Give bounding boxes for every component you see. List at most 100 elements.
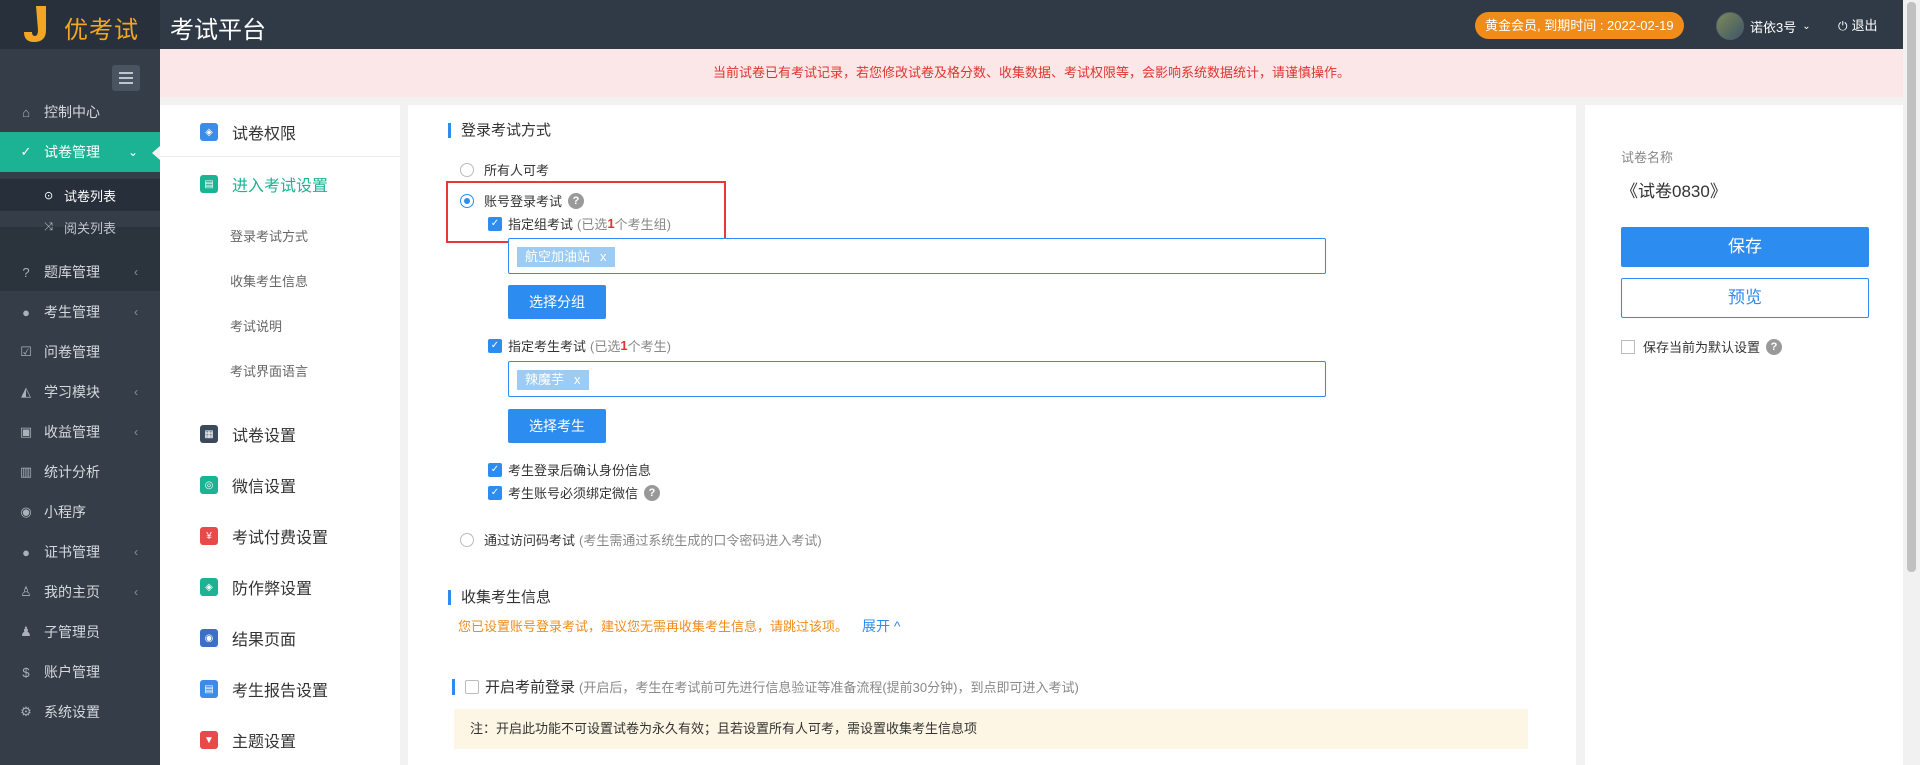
menu-item-label: 结果页面: [232, 632, 297, 649]
page-scrollbar[interactable]: [1903, 0, 1920, 765]
sidebar-item-exam-paper[interactable]: ✓ 试卷管理 ⌄: [0, 132, 160, 172]
sidebar-item-sub-admin[interactable]: ♟ 子管理员: [0, 612, 160, 652]
group-tag: 航空加油站 x: [517, 247, 615, 267]
sidebar-item-dashboard[interactable]: ⌂ 控制中心: [0, 92, 160, 132]
sidebar-item-label: 我的主页: [44, 584, 100, 600]
menu-item-label: 考试付费设置: [232, 530, 329, 547]
menu-item-report-settings[interactable]: ▤ 考生报告设置: [160, 667, 400, 711]
menu-item-result-page[interactable]: ◉ 结果页面: [160, 616, 400, 660]
menu-item-enter-exam-settings[interactable]: ▤ 进入考试设置: [160, 162, 400, 206]
sidebar-item-students[interactable]: ● 考生管理 ‹: [0, 292, 160, 332]
sidebar-item-statistics[interactable]: ▥ 统计分析: [0, 452, 160, 492]
default-settings-checkbox[interactable]: 保存当前为默认设置 ?: [1621, 337, 1783, 356]
group-tag-input[interactable]: 航空加油站 x: [508, 238, 1326, 274]
submenu-exam-language[interactable]: 考试界面语言: [230, 361, 308, 380]
sidebar-item-survey[interactable]: ☑ 问卷管理: [0, 332, 160, 372]
settings-menu: ◈ 试卷权限 ▤ 进入考试设置 登录考试方式 收集考生信息 考试说明 考试界面语…: [160, 105, 400, 765]
chevron-left-icon: ‹: [134, 425, 138, 439]
menu-item-anti-cheat[interactable]: ◈ 防作弊设置: [160, 565, 400, 609]
vip-badge: 黄金会员, 到期时间 : 2022-02-19: [1475, 12, 1684, 39]
check-circle-icon: ⊙: [44, 189, 54, 202]
sidebar-subitem-label: 阅关列表: [64, 220, 117, 236]
checkbox-label: 考生登录后确认身份信息: [508, 463, 652, 478]
sidebar-item-mini-program[interactable]: ◉ 小程序: [0, 492, 160, 532]
choose-group-button[interactable]: 选择分组: [508, 285, 606, 319]
wechat-icon: ◉: [20, 504, 32, 519]
menu-item-paper-permission[interactable]: ◈ 试卷权限: [160, 110, 400, 154]
platform-title: 考试平台: [170, 17, 266, 44]
radio-everyone[interactable]: 所有人可考: [460, 160, 549, 179]
checkbox-student-exam[interactable]: ✓ 指定考生考试 (已选 1 个考生): [488, 336, 671, 355]
student-count: 1: [620, 338, 628, 353]
checkbox-checked[interactable]: ✓: [488, 338, 502, 353]
menu-item-wechat-settings[interactable]: ◎ 微信设置: [160, 463, 400, 507]
graduation-cap-icon: ◭: [21, 384, 31, 399]
sidebar-item-certificate[interactable]: ● 证书管理 ‹: [0, 532, 160, 572]
sidebar-subitem-level-list[interactable]: ⤨ 阅关列表: [0, 211, 160, 243]
eye-icon: ◉: [200, 629, 218, 647]
logout-button[interactable]: ⏻ 退出: [1838, 12, 1878, 40]
checkbox-confirm-identity[interactable]: ✓ 考生登录后确认身份信息: [488, 460, 651, 479]
menu-item-paper-settings[interactable]: ▦ 试卷设置: [160, 412, 400, 456]
menu-toggle-button[interactable]: [112, 65, 140, 91]
checkbox-pre-login[interactable]: 开启考前登录 (开启后，考生在考试前可先进行信息验证等准备流程(提前30分钟)，…: [452, 676, 1079, 697]
right-panel: 试卷名称 《试卷0830》 保存 预览 保存当前为默认设置 ?: [1585, 105, 1903, 765]
section-marker: [452, 678, 455, 695]
student-tag-input[interactable]: 辣魔芋 x: [508, 361, 1326, 397]
check-circle-icon: ✓: [20, 144, 32, 159]
checkbox-checked[interactable]: ✓: [488, 462, 502, 477]
scrollbar-thumb[interactable]: [1907, 2, 1916, 572]
submenu-exam-description[interactable]: 考试说明: [230, 316, 282, 335]
save-button[interactable]: 保存: [1621, 227, 1869, 267]
menu-item-theme-settings[interactable]: ▼ 主题设置: [160, 718, 400, 762]
sidebar-item-label: 控制中心: [44, 104, 100, 120]
chevron-left-icon: ‹: [134, 585, 138, 599]
highlight-box: [446, 181, 726, 243]
sidebar-item-question-bank[interactable]: ? 题库管理 ‹: [0, 252, 160, 292]
radio-label: 通过访问码考试: [484, 533, 576, 548]
collect-hint-text: 您已设置账号登录考试，建议您无需再收集考生信息，请跳过该项。: [458, 619, 849, 634]
sidebar-item-label: 试卷管理: [44, 144, 100, 160]
radio-button[interactable]: [460, 162, 474, 177]
help-icon[interactable]: ?: [1766, 338, 1783, 355]
radio-button[interactable]: [460, 532, 474, 547]
menu-item-label: 试卷权限: [232, 126, 297, 143]
person-icon: ♙: [20, 584, 32, 599]
submenu-login-method[interactable]: 登录考试方式: [230, 226, 308, 245]
sidebar-item-account[interactable]: $ 账户管理: [0, 652, 160, 692]
info-note: 注：开启此功能不可设置试卷为永久有效；且若设置所有人可考，需设置收集考生信息项: [454, 709, 1528, 749]
chevron-left-icon: ‹: [134, 545, 138, 559]
certificate-icon: ●: [22, 544, 30, 560]
sidebar-item-label: 问卷管理: [44, 344, 100, 360]
sidebar-subitem-paper-list[interactable]: ⊙ 试卷列表: [0, 179, 160, 211]
remove-tag-icon[interactable]: x: [600, 249, 607, 264]
help-icon[interactable]: ?: [644, 484, 661, 501]
sidebar-item-learning[interactable]: ◭ 学习模块 ‹: [0, 372, 160, 412]
menu-item-label: 防作弊设置: [232, 581, 313, 598]
sidebar-item-label: 系统设置: [44, 704, 100, 720]
checkbox-unchecked[interactable]: [1621, 339, 1635, 354]
admin-icon: ♟: [20, 624, 32, 639]
user-icon: ●: [22, 304, 30, 320]
user-menu[interactable]: 诺依3号 ⌄: [1716, 12, 1811, 40]
sidebar-item-label: 收益管理: [44, 424, 100, 440]
expand-link[interactable]: 展开 ^: [862, 618, 900, 634]
sidebar-item-system-settings[interactable]: ⚙ 系统设置: [0, 692, 160, 732]
shirt-icon: ▼: [200, 731, 218, 749]
dollar-icon: $: [22, 664, 30, 680]
sidebar-item-my-homepage[interactable]: ♙ 我的主页 ‹: [0, 572, 160, 612]
checkbox-unchecked[interactable]: [465, 679, 479, 694]
submenu-collect-info[interactable]: 收集考生信息: [230, 271, 308, 290]
shuffle-icon: ⤨: [44, 220, 53, 233]
preview-button[interactable]: 预览: [1621, 278, 1869, 318]
sidebar-item-revenue[interactable]: ▣ 收益管理 ‹: [0, 412, 160, 452]
choose-student-button[interactable]: 选择考生: [508, 409, 606, 443]
remove-tag-icon[interactable]: x: [574, 372, 581, 387]
checkbox-checked[interactable]: ✓: [488, 485, 502, 500]
menu-item-payment-settings[interactable]: ¥ 考试付费设置: [160, 514, 400, 558]
user-name: 诺依3号: [1750, 19, 1797, 35]
group-tag-label: 航空加油站: [525, 249, 591, 264]
warning-banner: 当前试卷已有考试记录，若您修改试卷及格分数、收集数据、考试权限等，会影响系统数据…: [160, 49, 1903, 97]
radio-access-code[interactable]: 通过访问码考试 (考生需通过系统生成的口令密码进入考试): [460, 530, 822, 549]
checkbox-bind-wechat[interactable]: ✓ 考生账号必须绑定微信 ?: [488, 483, 661, 502]
